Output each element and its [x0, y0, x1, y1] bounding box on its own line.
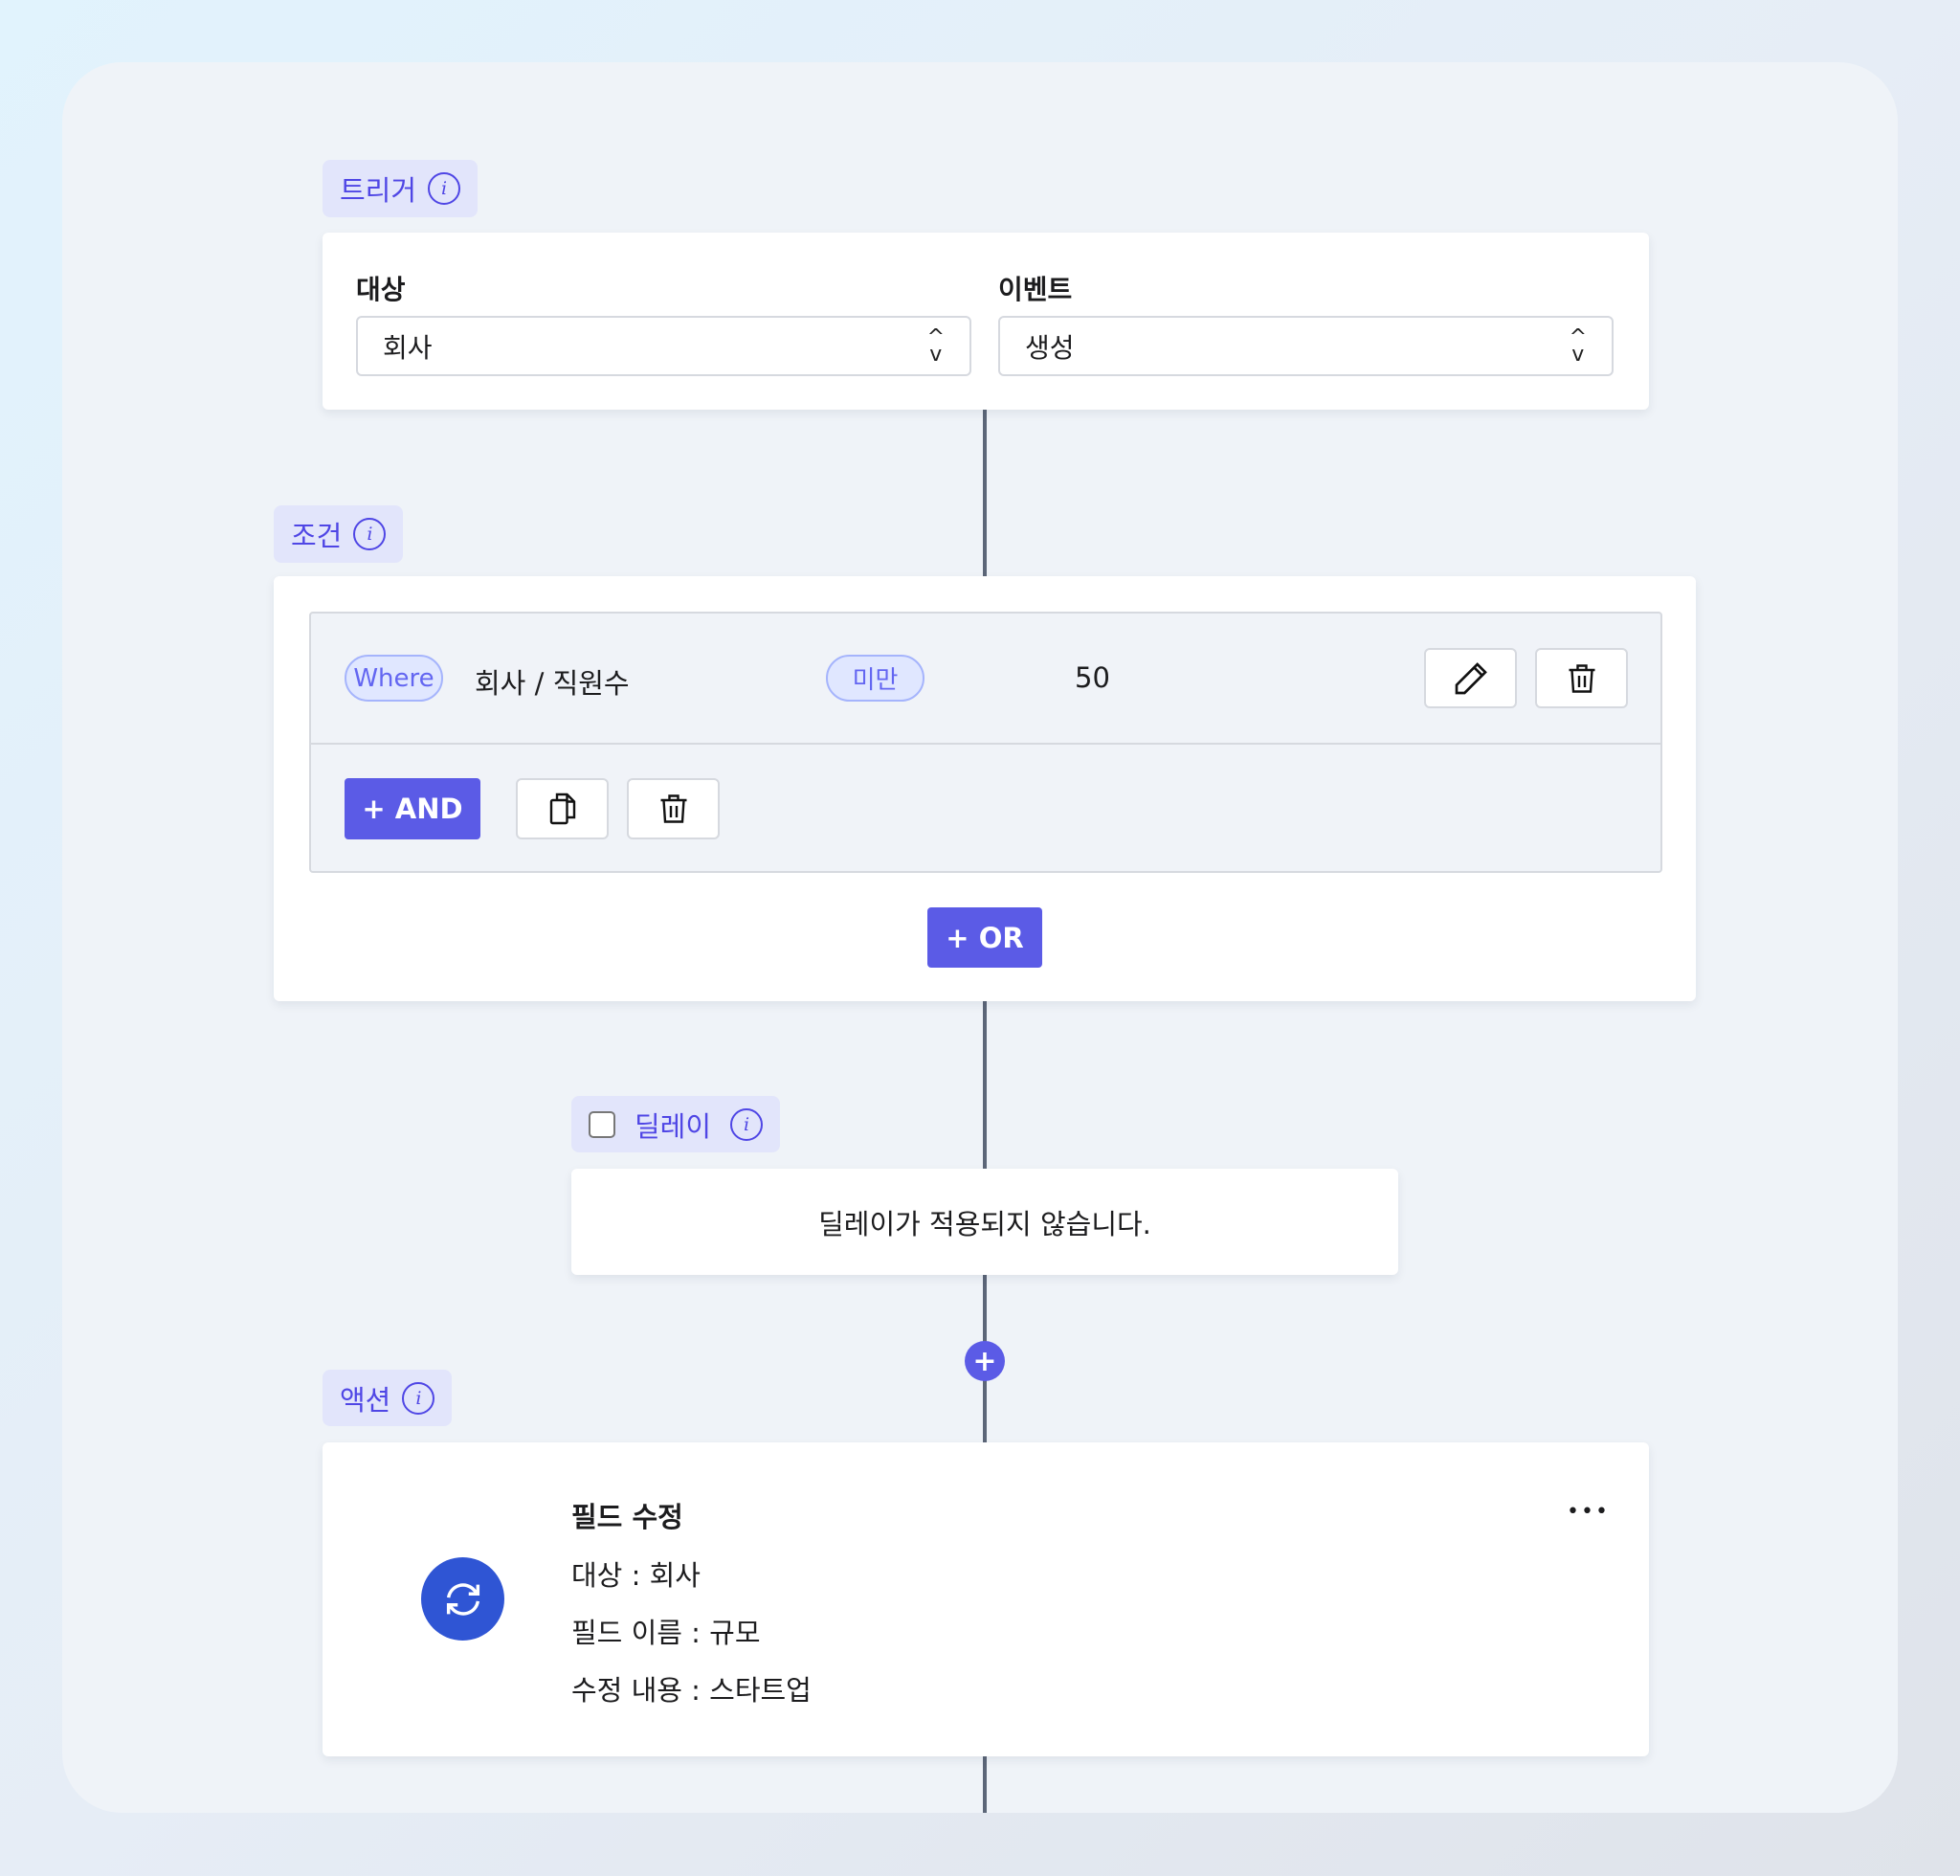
- delay-label: 딜레이: [635, 1109, 712, 1143]
- chevron-up-down-icon: ^ v: [926, 324, 945, 367]
- info-icon[interactable]: i: [730, 1107, 764, 1141]
- trash-icon: [660, 794, 686, 823]
- condition-section-label: 조건 i: [274, 505, 404, 563]
- action-section-label: 액션 i: [323, 1370, 453, 1426]
- action-title: 필드 수정: [571, 1501, 683, 1533]
- edit-button[interactable]: [1424, 648, 1517, 708]
- condition-label: 조건: [291, 520, 343, 552]
- action-icon: [421, 1557, 504, 1641]
- target-select[interactable]: 회사 ^ v: [356, 316, 971, 376]
- trigger-section-label: 트리거 i: [323, 160, 479, 217]
- condition-field: 회사 / 직원수: [475, 667, 630, 700]
- delay-section-label: 딜레이 i: [571, 1096, 781, 1152]
- divider: [311, 743, 1660, 745]
- event-select[interactable]: 생성 ^ v: [998, 316, 1614, 376]
- action-content: 수정 내용 : 스타트업: [571, 1674, 812, 1707]
- action-card[interactable]: 필드 수정 대상 : 회사 필드 이름 : 규모 수정 내용 : 스타트업 ••…: [323, 1442, 1649, 1756]
- delay-message: 딜레이가 적용되지 않습니다.: [818, 1207, 1151, 1240]
- trigger-card: 대상 이벤트 회사 ^ v 생성 ^ v: [323, 233, 1649, 410]
- add-step-button[interactable]: +: [965, 1341, 1005, 1381]
- copy-button[interactable]: [516, 778, 609, 839]
- add-or-button[interactable]: + OR: [927, 907, 1042, 968]
- target-value: 회사: [383, 331, 433, 364]
- refresh-icon: [446, 1582, 479, 1616]
- condition-group: Where 회사 / 직원수 미만 50 + AND: [309, 612, 1662, 873]
- plus-icon: +: [972, 1344, 997, 1378]
- info-icon[interactable]: i: [353, 518, 387, 550]
- chevron-up-down-icon: ^ v: [1569, 324, 1587, 367]
- condition-card: Where 회사 / 직원수 미만 50 + AND + OR: [274, 576, 1696, 1001]
- condition-value: 50: [1075, 661, 1110, 694]
- action-target: 대상 : 회사: [571, 1559, 701, 1592]
- operator-pill[interactable]: 미만: [826, 655, 924, 702]
- add-and-button[interactable]: + AND: [345, 778, 480, 839]
- connector-line: [983, 1001, 987, 1169]
- trigger-label: 트리거: [340, 174, 417, 207]
- delete-group-button[interactable]: [627, 778, 720, 839]
- event-label: 이벤트: [998, 274, 1073, 305]
- info-icon[interactable]: i: [402, 1381, 435, 1415]
- trash-icon: [1569, 663, 1594, 693]
- action-field-name: 필드 이름 : 규모: [571, 1617, 761, 1649]
- delay-checkbox[interactable]: [589, 1110, 615, 1138]
- connector-line: [983, 1756, 987, 1813]
- delay-card: 딜레이가 적용되지 않습니다.: [571, 1169, 1398, 1275]
- connector-line: [983, 410, 987, 576]
- where-pill: Where: [345, 655, 443, 702]
- event-value: 생성: [1025, 331, 1075, 364]
- info-icon[interactable]: i: [428, 172, 461, 205]
- action-label: 액션: [340, 1383, 391, 1417]
- more-options-icon[interactable]: •••: [1567, 1500, 1610, 1524]
- target-label: 대상: [356, 274, 406, 305]
- delete-condition-button[interactable]: [1535, 648, 1628, 708]
- copy-icon: [549, 793, 575, 825]
- pencil-icon: [1455, 661, 1487, 694]
